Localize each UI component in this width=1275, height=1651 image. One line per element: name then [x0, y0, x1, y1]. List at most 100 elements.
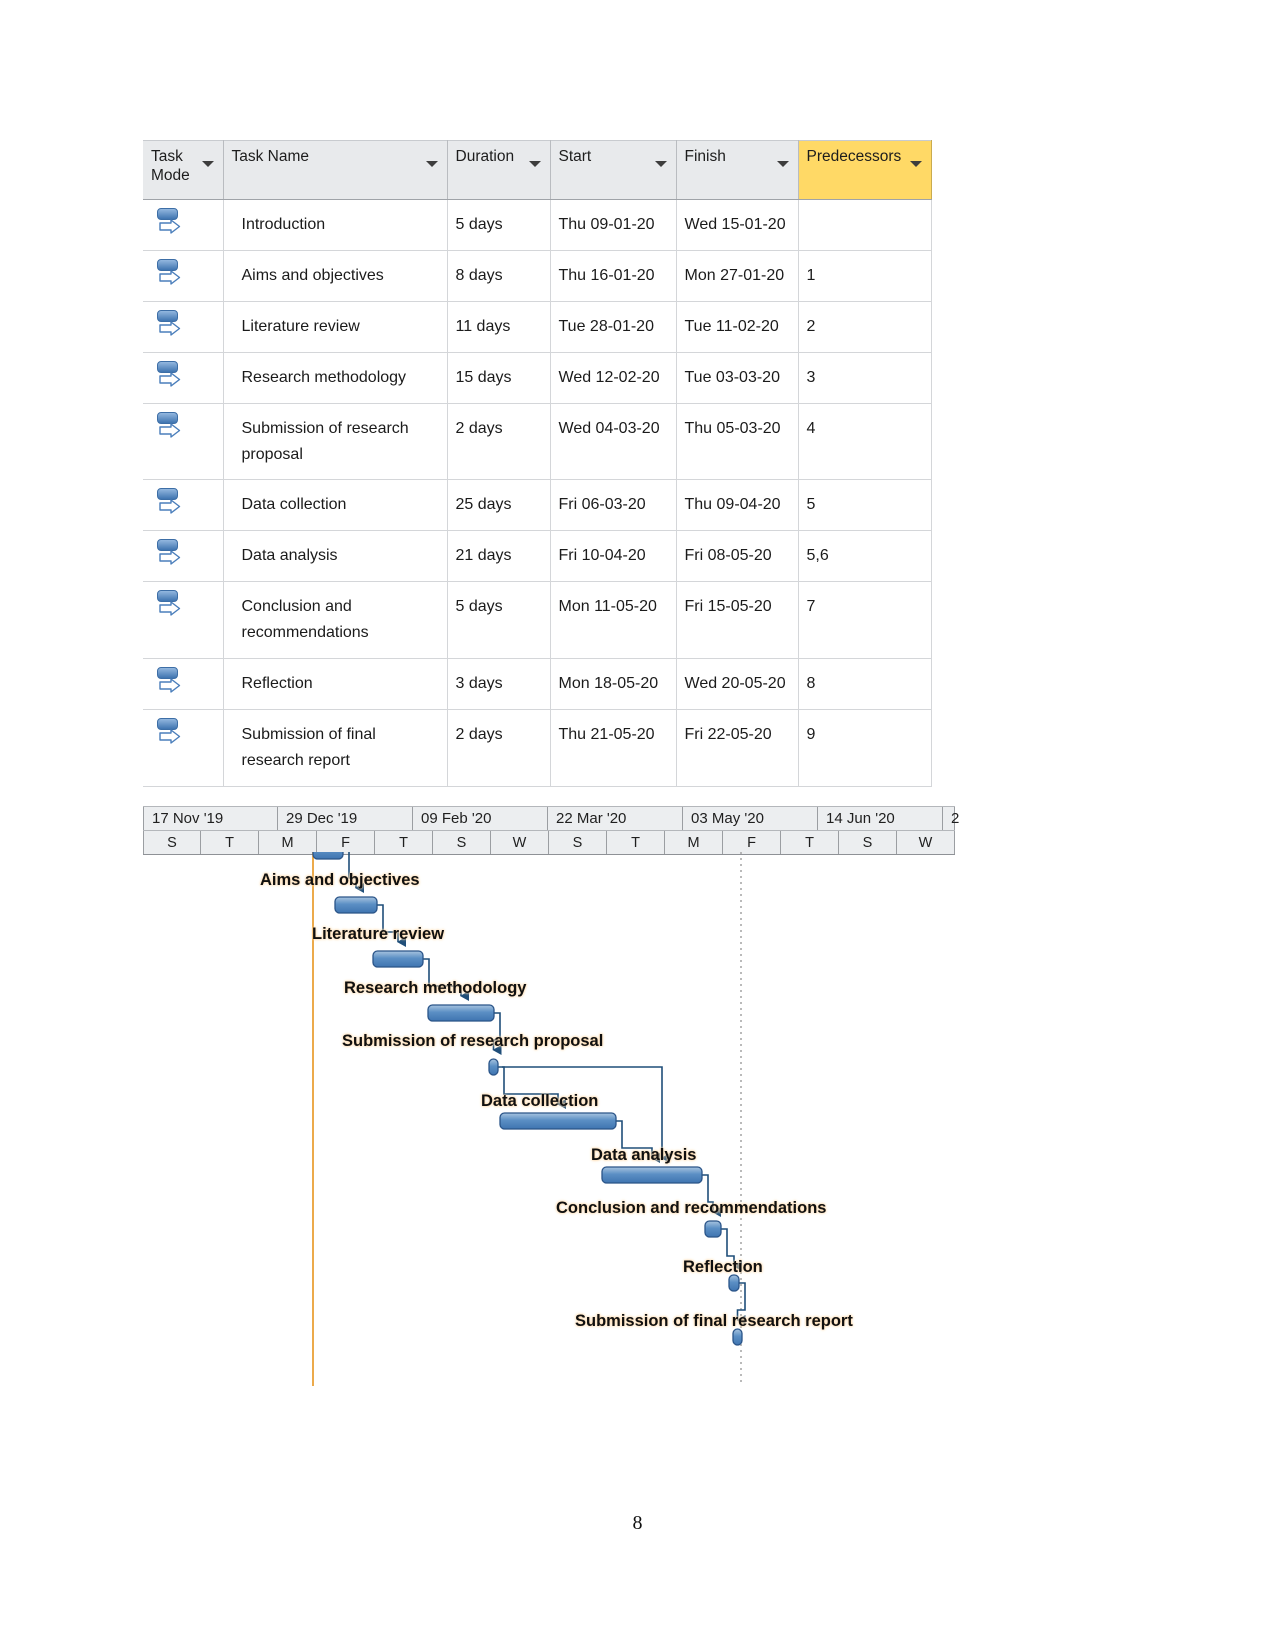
chevron-down-icon[interactable] [528, 161, 541, 167]
task-name-cell[interactable]: Literature review [223, 301, 448, 353]
predecessors-cell[interactable]: 1 [798, 250, 932, 302]
start-date-cell[interactable]: Thu 09-01-20 [550, 199, 677, 251]
predecessors-cell[interactable]: 5,6 [798, 530, 932, 583]
gantt-bar[interactable] [601, 1166, 703, 1184]
auto-schedule-icon[interactable] [155, 539, 185, 571]
task-mode-cell[interactable] [143, 301, 224, 353]
column-header-duration[interactable]: Duration [447, 140, 551, 200]
task-name-cell[interactable]: Research methodology [223, 352, 448, 404]
task-name-cell[interactable]: Conclusion and recommendations [223, 581, 448, 660]
predecessors-cell[interactable]: 8 [798, 658, 932, 710]
finish-date-cell[interactable]: Tue 03-03-20 [676, 352, 799, 404]
start-date-cell[interactable]: Wed 12-02-20 [550, 352, 677, 404]
table-row[interactable]: Literature review 11 days Tue 28-01-20 Tue … [143, 301, 932, 353]
task-mode-cell[interactable] [143, 530, 224, 583]
predecessors-cell[interactable]: 9 [798, 709, 932, 787]
start-date-cell[interactable]: Mon 18-05-20 [550, 658, 677, 710]
start-date-cell[interactable]: Tue 28-01-20 [550, 301, 677, 353]
auto-schedule-icon[interactable] [155, 590, 185, 622]
start-date-cell[interactable]: Fri 06-03-20 [550, 479, 677, 532]
predecessors-cell[interactable]: 5 [798, 479, 932, 532]
task-mode-cell[interactable] [143, 581, 224, 660]
start-date-cell[interactable]: Thu 16-01-20 [550, 250, 677, 302]
auto-schedule-icon[interactable] [155, 208, 185, 240]
column-header-task-mode[interactable]: Task Mode [143, 140, 224, 200]
task-mode-cell[interactable] [143, 352, 224, 404]
gantt-bar[interactable] [728, 1274, 740, 1292]
finish-date-cell[interactable]: Fri 08-05-20 [676, 530, 799, 583]
gantt-bar[interactable] [334, 896, 378, 914]
auto-schedule-icon[interactable] [155, 258, 185, 291]
predecessors-cell[interactable] [798, 199, 932, 251]
task-name-cell[interactable]: Submission of final research report [223, 709, 448, 787]
auto-schedule-icon[interactable] [155, 667, 185, 699]
column-header-start[interactable]: Start [550, 140, 677, 200]
task-name-cell[interactable]: Data collection [223, 479, 448, 532]
gantt-bar[interactable] [488, 1058, 499, 1076]
finish-date-cell[interactable]: Fri 15-05-20 [676, 581, 799, 660]
table-row[interactable]: Submission of research proposal 2 days Wed… [143, 403, 932, 481]
gantt-bar[interactable] [427, 1004, 495, 1022]
duration-cell[interactable]: 2 days [447, 709, 551, 787]
chevron-down-icon[interactable] [776, 161, 789, 167]
gantt-bar[interactable] [312, 852, 344, 860]
table-row[interactable]: Submission of final research report 2 day… [143, 709, 932, 787]
table-row[interactable]: Data analysis 21 days Fri 10-04-20 Fri 08-0… [143, 530, 932, 583]
predecessors-cell[interactable]: 4 [798, 403, 932, 481]
auto-schedule-icon[interactable] [155, 411, 185, 444]
task-mode-cell[interactable] [143, 403, 224, 481]
predecessors-cell[interactable]: 3 [798, 352, 932, 404]
task-name-cell[interactable]: Introduction [223, 199, 448, 251]
duration-cell[interactable]: 3 days [447, 658, 551, 710]
duration-cell[interactable]: 2 days [447, 403, 551, 481]
finish-date-cell[interactable]: Mon 27-01-20 [676, 250, 799, 302]
chevron-down-icon[interactable] [654, 161, 667, 167]
duration-cell[interactable]: 5 days [447, 581, 551, 660]
task-name-cell[interactable]: Reflection [223, 658, 448, 710]
start-date-cell[interactable]: Thu 21-05-20 [550, 709, 677, 787]
duration-cell[interactable]: 15 days [447, 352, 551, 404]
finish-date-cell[interactable]: Thu 05-03-20 [676, 403, 799, 481]
task-name-cell[interactable]: Aims and objectives [223, 250, 448, 302]
chevron-down-icon[interactable] [201, 161, 214, 167]
table-row[interactable]: Research methodology 15 days Wed 12-02-20 T… [143, 352, 932, 404]
duration-cell[interactable]: 11 days [447, 301, 551, 353]
column-header-finish[interactable]: Finish [676, 140, 799, 200]
task-name-cell[interactable]: Submission of research proposal [223, 403, 448, 481]
duration-cell[interactable]: 25 days [447, 479, 551, 532]
start-date-cell[interactable]: Fri 10-04-20 [550, 530, 677, 583]
gantt-bar[interactable] [372, 950, 424, 968]
chevron-down-icon[interactable] [909, 161, 922, 167]
table-row[interactable]: Aims and objectives 8 days Thu 16-01-20 Mon… [143, 250, 932, 302]
finish-date-cell[interactable]: Tue 11-02-20 [676, 301, 799, 353]
gantt-bar[interactable] [499, 1112, 617, 1130]
auto-schedule-icon[interactable] [155, 309, 185, 342]
task-mode-cell[interactable] [143, 250, 224, 302]
task-mode-cell[interactable] [143, 709, 224, 787]
gantt-bar[interactable] [732, 1328, 743, 1346]
table-row[interactable]: Introduction 5 days Thu 09-01-20 Wed 15-01-… [143, 199, 932, 251]
finish-date-cell[interactable]: Fri 22-05-20 [676, 709, 799, 787]
predecessors-cell[interactable]: 7 [798, 581, 932, 660]
chevron-down-icon[interactable] [425, 161, 438, 167]
column-header-predecessors[interactable]: Predecessors [798, 140, 932, 200]
auto-schedule-icon[interactable] [155, 360, 185, 393]
duration-cell[interactable]: 8 days [447, 250, 551, 302]
auto-schedule-icon[interactable] [155, 717, 185, 750]
task-mode-cell[interactable] [143, 479, 224, 532]
predecessors-cell[interactable]: 2 [798, 301, 932, 353]
table-row[interactable]: Conclusion and recommendations 5 days Mon … [143, 581, 932, 660]
table-row[interactable]: Reflection 3 days Mon 18-05-20 Wed 20-05-20… [143, 658, 932, 710]
task-name-cell[interactable]: Data analysis [223, 530, 448, 583]
start-date-cell[interactable]: Mon 11-05-20 [550, 581, 677, 660]
column-header-task-name[interactable]: Task Name [223, 140, 448, 200]
gantt-bar[interactable] [704, 1220, 722, 1238]
auto-schedule-icon[interactable] [155, 488, 185, 520]
start-date-cell[interactable]: Wed 04-03-20 [550, 403, 677, 481]
duration-cell[interactable]: 5 days [447, 199, 551, 251]
task-mode-cell[interactable] [143, 658, 224, 710]
finish-date-cell[interactable]: Wed 15-01-20 [676, 199, 799, 251]
finish-date-cell[interactable]: Thu 09-04-20 [676, 479, 799, 532]
task-mode-cell[interactable] [143, 199, 224, 251]
table-row[interactable]: Data collection 25 days Fri 06-03-20 Thu 09… [143, 479, 932, 532]
